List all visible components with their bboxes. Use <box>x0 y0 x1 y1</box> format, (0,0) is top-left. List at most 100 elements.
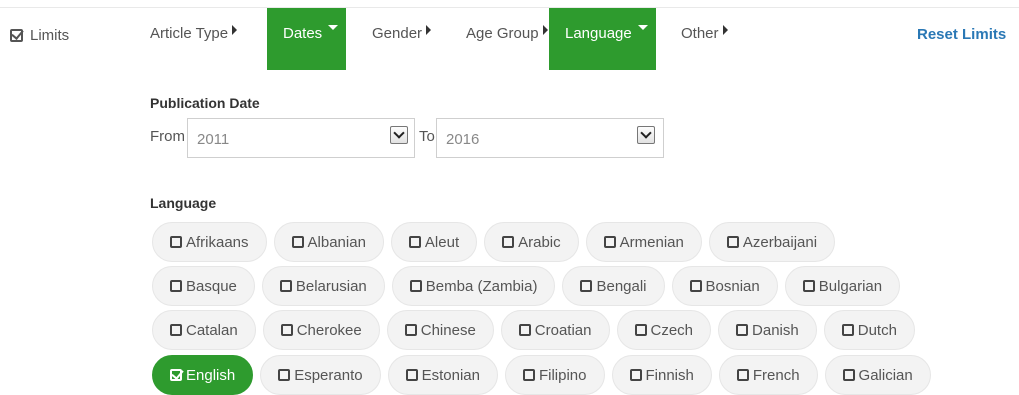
chip-label: Bosnian <box>705 277 760 295</box>
from-year-select[interactable]: 2011 <box>187 118 415 158</box>
language-row-2: Basque Belarusian Bemba (Zambia) Bengali… <box>152 266 901 306</box>
language-chip-bengali[interactable]: Bengali <box>562 266 665 306</box>
checkbox-checked-icon <box>170 369 182 381</box>
language-chip-czech[interactable]: Czech <box>616 310 712 350</box>
checkbox-icon <box>279 280 292 292</box>
from-year-value: 2011 <box>197 131 230 148</box>
language-chip-catalan[interactable]: Catalan <box>152 310 256 350</box>
chip-label: English <box>186 366 236 384</box>
checkbox-icon <box>170 280 182 292</box>
caret-down-icon <box>637 25 648 30</box>
checkbox-icon <box>408 236 421 248</box>
checkbox-icon <box>518 324 531 336</box>
chip-label: Belarusian <box>295 277 367 295</box>
chip-label: Galician <box>858 366 913 384</box>
language-chip-chinese[interactable]: Chinese <box>386 310 494 350</box>
from-label: From <box>150 128 185 145</box>
checkbox-icon <box>736 324 749 336</box>
tab-gender[interactable]: Gender <box>346 8 444 70</box>
tab-dates[interactable]: Dates <box>267 8 346 70</box>
chip-label: Bengali <box>596 277 647 295</box>
language-chip-basque[interactable]: Basque <box>152 266 255 306</box>
language-chip-belarusian[interactable]: Belarusian <box>261 266 385 306</box>
chip-label: Filipino <box>538 366 587 384</box>
language-row-1: Afrikaans Albanian Aleut Arabic Armenian… <box>152 222 836 262</box>
language-chip-bulgarian[interactable]: Bulgarian <box>784 266 901 306</box>
language-chip-galician[interactable]: Galician <box>824 355 931 395</box>
publication-date-title: Publication Date <box>150 95 260 111</box>
tab-age-group[interactable]: Age Group <box>444 8 549 70</box>
chip-label: Dutch <box>857 321 897 339</box>
checkbox-icon <box>170 236 182 248</box>
chip-label: Catalan <box>186 321 238 339</box>
checkbox-icon <box>802 280 815 292</box>
chip-label: Czech <box>650 321 694 339</box>
language-chip-aleut[interactable]: Aleut <box>390 222 478 262</box>
caret-right-icon <box>722 25 728 35</box>
chip-label: Bemba (Zambia) <box>425 277 538 295</box>
language-chip-english[interactable]: English <box>152 355 254 395</box>
checkbox-icon <box>170 324 182 336</box>
language-row-3: Catalan Cherokee Chinese Croatian Czech … <box>152 310 915 350</box>
checkbox-icon <box>736 369 749 381</box>
language-chip-french[interactable]: French <box>718 355 818 395</box>
language-chip-cherokee[interactable]: Cherokee <box>262 310 380 350</box>
chip-label: Finnish <box>645 366 694 384</box>
checkbox-icon <box>404 324 417 336</box>
language-title: Language <box>150 195 217 211</box>
checkbox-icon <box>409 280 422 292</box>
to-year-select[interactable]: 2016 <box>436 118 664 158</box>
chip-label: Estonian <box>421 366 480 384</box>
caret-down-icon <box>328 25 339 30</box>
language-chip-croatian[interactable]: Croatian <box>500 310 610 350</box>
chip-label: Afrikaans <box>186 233 249 251</box>
chip-label: Croatian <box>534 321 592 339</box>
tab-language[interactable]: Language <box>549 8 656 70</box>
checkbox-icon <box>842 369 855 381</box>
chip-label: Chinese <box>420 321 476 339</box>
chip-label: Bulgarian <box>818 277 883 295</box>
chip-label: French <box>752 366 800 384</box>
language-chip-bosnian[interactable]: Bosnian <box>671 266 778 306</box>
checkbox-icon <box>629 369 642 381</box>
language-chip-finnish[interactable]: Finnish <box>611 355 712 395</box>
checkbox-icon <box>280 324 293 336</box>
chip-label: Cherokee <box>296 321 362 339</box>
limits-label: Limits <box>30 27 70 44</box>
chevron-down-icon[interactable] <box>390 126 408 144</box>
tab-label: Article Type <box>150 25 229 42</box>
checkbox-icon <box>580 280 593 292</box>
language-chip-esperanto[interactable]: Esperanto <box>260 355 381 395</box>
chip-label: Aleut <box>424 233 460 251</box>
tab-label: Dates <box>283 25 323 42</box>
tab-label: Gender <box>372 25 423 42</box>
language-chip-armenian[interactable]: Armenian <box>585 222 702 262</box>
checkbox-icon <box>278 369 291 381</box>
language-chip-albanian[interactable]: Albanian <box>273 222 384 262</box>
checkbox-icon <box>726 236 739 248</box>
chip-label: Esperanto <box>294 366 363 384</box>
chevron-down-icon[interactable] <box>637 126 655 144</box>
language-chip-dutch[interactable]: Dutch <box>823 310 915 350</box>
language-chip-filipino[interactable]: Filipino <box>504 355 605 395</box>
to-year-value: 2016 <box>446 131 480 148</box>
reset-limits-link[interactable]: Reset Limits <box>917 26 1006 43</box>
tab-other[interactable]: Other <box>656 8 746 70</box>
tab-article-type[interactable]: Article Type <box>140 8 267 70</box>
language-chip-afrikaans[interactable]: Afrikaans <box>152 222 267 262</box>
language-chip-danish[interactable]: Danish <box>718 310 817 350</box>
caret-right-icon <box>232 25 238 35</box>
checkbox-icon <box>502 236 515 248</box>
checkbox-icon <box>291 236 304 248</box>
checkbox-icon <box>841 324 854 336</box>
checkbox-checked-icon <box>10 29 23 42</box>
language-chip-bemba-zambia[interactable]: Bemba (Zambia) <box>391 266 556 306</box>
checkbox-icon <box>634 324 647 336</box>
limits-heading: Limits <box>10 27 69 44</box>
tab-label: Age Group <box>466 25 539 42</box>
language-chip-arabic[interactable]: Arabic <box>484 222 579 262</box>
language-chip-azerbaijani[interactable]: Azerbaijani <box>708 222 836 262</box>
chip-label: Arabic <box>518 233 561 251</box>
to-label: To <box>419 128 435 145</box>
language-chip-estonian[interactable]: Estonian <box>387 355 498 395</box>
